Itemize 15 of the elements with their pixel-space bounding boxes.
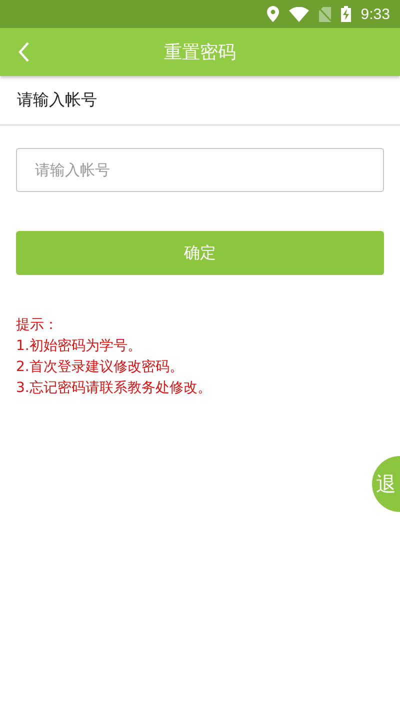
location-icon (266, 6, 279, 22)
hint-text: 1.初始密码为学号。 (16, 337, 142, 356)
no-sim-icon (318, 6, 331, 22)
back-icon (18, 42, 30, 62)
confirm-button[interactable]: 确定 (16, 231, 384, 275)
hint-text: 3.忘记密码请联系教务处修改。 (16, 379, 212, 398)
clock-time: 9:33 (360, 6, 390, 22)
hint-text: 2.首次登录建议修改密码。 (16, 358, 184, 377)
screen-title: 重置密码 (164, 41, 236, 64)
section-label: 请输入帐号 (0, 76, 400, 126)
battery-charging-icon (340, 6, 351, 22)
hint-text: 提示： (16, 316, 58, 335)
account-input[interactable]: 请输入帐号 (16, 148, 384, 192)
exit-button[interactable]: 退 (372, 456, 400, 512)
wifi-icon (288, 6, 309, 22)
